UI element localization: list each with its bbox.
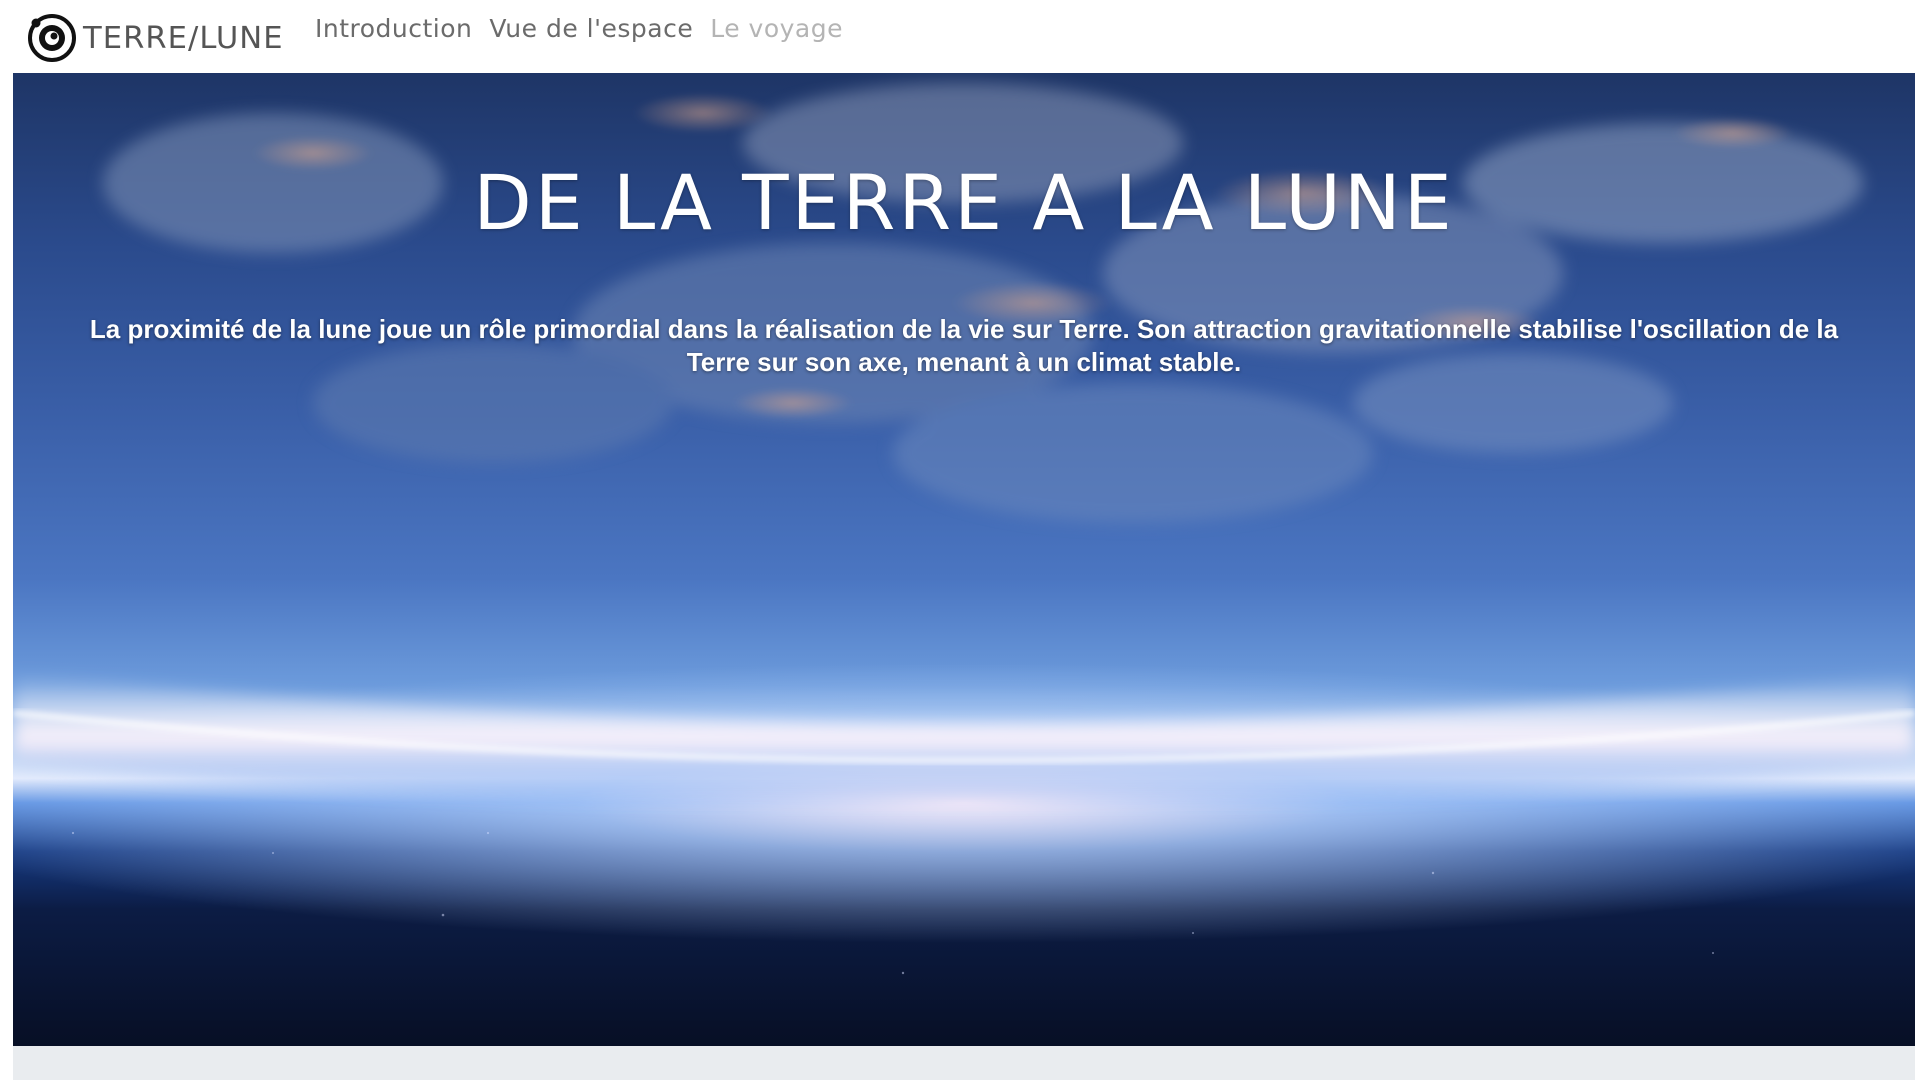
page-right-edge (1915, 0, 1920, 1080)
nav-link-introduction[interactable]: Introduction (315, 14, 472, 43)
brand-name: TERRE/LUNE (83, 20, 284, 56)
hero-description: La proximité de la lune joue un rôle pri… (53, 313, 1875, 379)
nav-links: Introduction Vue de l'espace Le voyage (315, 14, 843, 43)
moon-orbit-logo-icon (27, 13, 77, 63)
next-section-strip (13, 1046, 1915, 1080)
page: TERRE/LUNE Introduction Vue de l'espace … (0, 0, 1920, 1080)
hero-description-line-2: Terre sur son axe, menant à un climat st… (686, 347, 1242, 377)
nav-link-le-voyage[interactable]: Le voyage (710, 14, 843, 43)
top-navbar: TERRE/LUNE Introduction Vue de l'espace … (0, 0, 1920, 73)
hero-title: DE LA TERRE A LA LUNE (473, 158, 1455, 247)
hero-description-line-1: La proximité de la lune joue un rôle pri… (89, 314, 1839, 344)
hero-banner: DE LA TERRE A LA LUNE La proximité de la… (13, 73, 1915, 1046)
nav-link-vue-espace[interactable]: Vue de l'espace (489, 14, 693, 43)
brand-link[interactable]: TERRE/LUNE (27, 12, 284, 64)
